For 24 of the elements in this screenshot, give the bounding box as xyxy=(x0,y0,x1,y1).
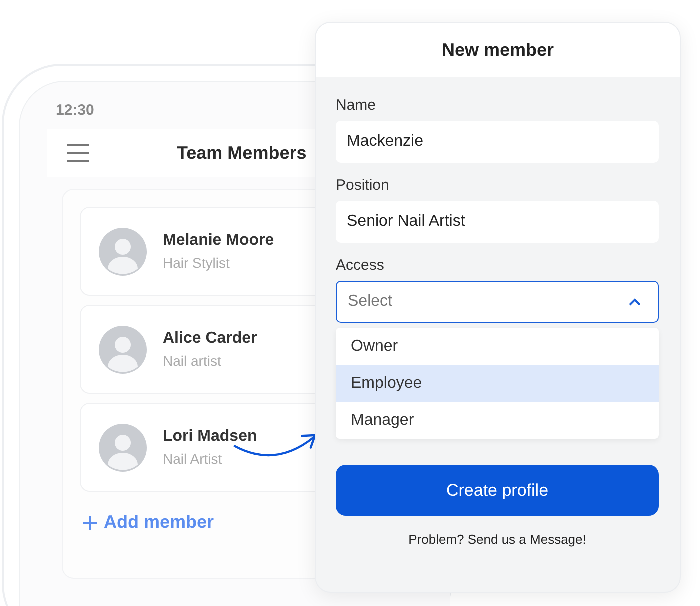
select-field[interactable]: Select xyxy=(336,281,659,323)
field-label: Name xyxy=(336,97,378,114)
dialog-title: New member xyxy=(316,23,680,77)
menu-icon[interactable] xyxy=(67,144,89,162)
field-label: Position xyxy=(336,177,390,194)
text-field[interactable]: Mackenzie xyxy=(336,121,659,163)
avatar-icon xyxy=(99,228,147,276)
create-profile-button[interactable]: Create profile xyxy=(336,465,659,516)
plus-icon xyxy=(82,514,98,530)
help-text: Problem? Send us a Message! xyxy=(408,532,588,547)
field-label: Access xyxy=(336,257,386,274)
member-role: Nail artist xyxy=(163,353,222,369)
chevron-icon xyxy=(628,298,642,306)
member-role: Nail Artist xyxy=(163,451,224,467)
member-role: Hair Stylist xyxy=(163,255,231,271)
screen-title: Team Members xyxy=(177,142,307,164)
member-name: Melanie Moore xyxy=(163,232,274,250)
member-name: Lori Madsen xyxy=(163,428,258,446)
avatar-icon xyxy=(99,424,147,472)
member-name: Alice Carder xyxy=(163,330,258,348)
dropdown-option[interactable]: Employee xyxy=(336,365,659,402)
avatar-icon xyxy=(99,326,147,374)
text-field[interactable]: Senior Nail Artist xyxy=(336,201,659,243)
status-time: 12:30 xyxy=(56,102,94,119)
